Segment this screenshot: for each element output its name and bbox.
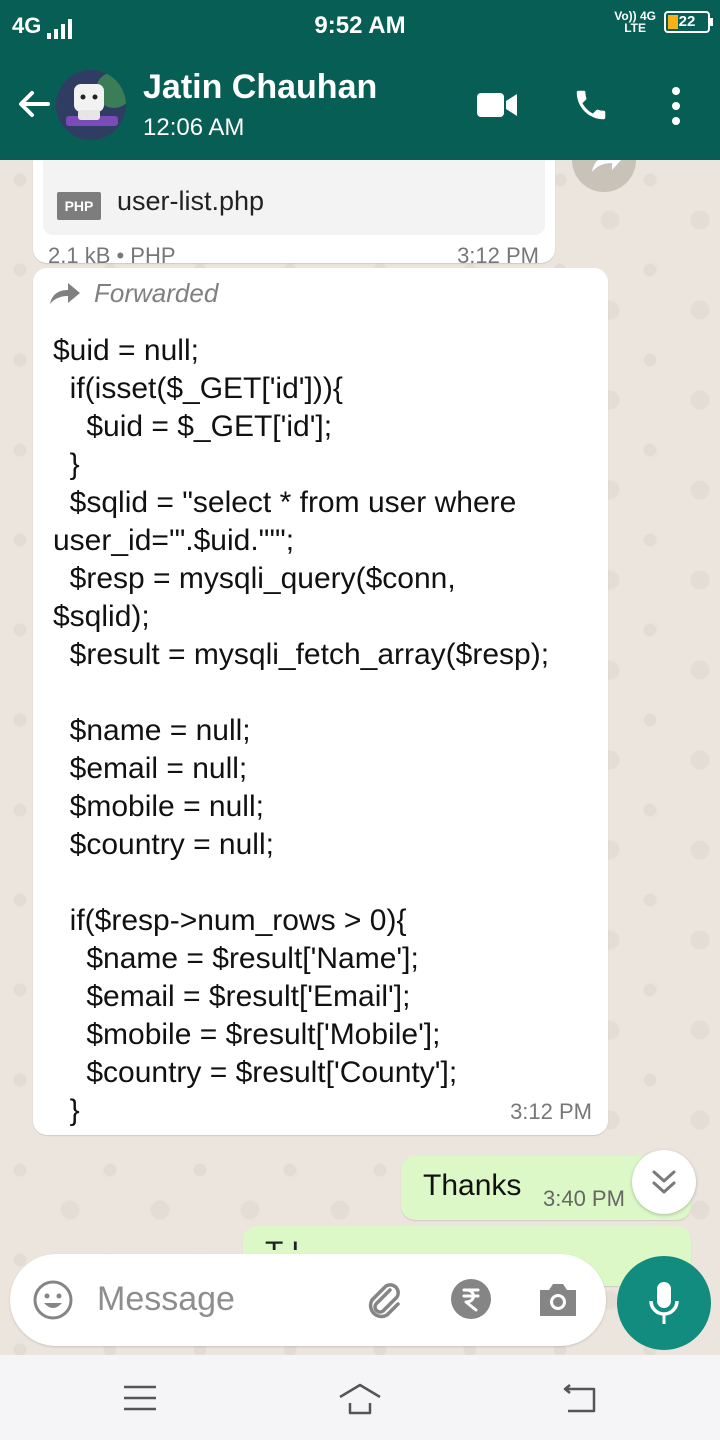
- forwarded-arrow-icon: [50, 282, 80, 304]
- code-line: $sqlid = "select * from user where: [53, 486, 517, 519]
- message-time: 3:12 PM: [457, 243, 539, 268]
- avatar-image: [56, 70, 126, 140]
- camera-icon[interactable]: [536, 1280, 580, 1320]
- php-file-icon: PHP: [57, 192, 101, 220]
- message-input[interactable]: Message: [97, 1280, 235, 1319]
- code-line: $country = null;: [53, 828, 274, 861]
- voice-call-icon[interactable]: [572, 86, 610, 124]
- top-bar: 4G 9:52 AM Vo)) 4G LTE 22 Jatin Chauhan …: [0, 0, 720, 160]
- menu-icon[interactable]: [122, 1383, 158, 1413]
- rupee-payment-icon[interactable]: [450, 1278, 492, 1320]
- status-bar: 4G 9:52 AM Vo)) 4G LTE 22: [0, 0, 720, 50]
- message-time: 3:40 PM: [543, 1186, 625, 1211]
- code-line: $country = $result['County'];: [53, 1056, 458, 1089]
- code-line: $name = $result['Name'];: [53, 942, 419, 975]
- status-right: Vo)) 4G LTE 22: [614, 10, 713, 34]
- mic-icon: [649, 1282, 679, 1324]
- code-line: $resp = mysqli_query($conn,: [53, 562, 456, 595]
- video-call-icon[interactable]: [476, 90, 518, 120]
- code-line: $mobile = $result['Mobile'];: [53, 1018, 441, 1051]
- emoji-icon[interactable]: [32, 1279, 74, 1321]
- message-input-bar[interactable]: Message: [10, 1254, 606, 1346]
- code-line: $mobile = null;: [53, 790, 264, 823]
- share-arrow-icon: [592, 160, 622, 172]
- chat-header: Jatin Chauhan 12:06 AM: [0, 50, 720, 160]
- lte-label: LTE: [624, 21, 646, 35]
- forwarded-indicator: Forwarded: [48, 278, 218, 309]
- attach-icon[interactable]: [360, 1276, 406, 1322]
- code-line: $result = mysqli_fetch_array($resp);: [53, 638, 550, 671]
- chat-area[interactable]: PHP user-list.php 2.1 kB • PHP 3:12 PM F…: [0, 160, 720, 1355]
- document-file-name: user-list.php: [117, 186, 265, 216]
- code-line: $name = null;: [53, 714, 251, 747]
- code-line: if($resp->num_rows > 0){: [53, 904, 407, 937]
- battery-icon: 22: [664, 11, 713, 33]
- last-seen: 12:06 AM: [143, 114, 245, 141]
- forwarded-label: Forwarded: [94, 278, 219, 308]
- forward-share-button[interactable]: [572, 160, 636, 192]
- code-line: $email = null;: [53, 752, 248, 785]
- mic-button[interactable]: [617, 1256, 711, 1350]
- system-nav-bar: [0, 1355, 720, 1440]
- code-line: }: [53, 1094, 80, 1127]
- document-meta: 2.1 kB • PHP: [48, 243, 176, 268]
- lte-indicator: Vo)) 4G LTE: [614, 10, 656, 34]
- document-message[interactable]: PHP user-list.php 2.1 kB • PHP 3:12 PM: [33, 160, 555, 268]
- contact-name[interactable]: Jatin Chauhan: [143, 68, 377, 107]
- code-line: $sqlid);: [53, 600, 150, 633]
- code-line: $uid = null;: [53, 334, 199, 367]
- back-arrow-icon[interactable]: [14, 84, 54, 124]
- code-line: if(isset($_GET['id'])){: [53, 372, 343, 405]
- message-text: T I: [265, 1236, 665, 1250]
- code-message[interactable]: Forwarded $uid = null; if(isset($_GET['i…: [33, 268, 608, 1135]
- code-line: $email = $result['Email'];: [53, 980, 411, 1013]
- message-text: Thanks: [423, 1169, 522, 1202]
- scroll-to-bottom-button[interactable]: [632, 1150, 696, 1214]
- clock: 9:52 AM: [314, 12, 406, 39]
- avatar[interactable]: [56, 70, 126, 140]
- back-icon[interactable]: [560, 1383, 600, 1415]
- code-line: }: [53, 448, 80, 481]
- home-icon[interactable]: [336, 1379, 384, 1419]
- battery-level: 22: [678, 13, 696, 30]
- document-preview[interactable]: PHP user-list.php: [43, 160, 545, 235]
- code-line: user_id='".$uid."'";: [53, 524, 295, 557]
- code-line: $uid = $_GET['id'];: [53, 410, 333, 443]
- double-chevron-down-icon: [652, 1170, 676, 1194]
- message-time: 3:12 PM: [510, 1099, 592, 1124]
- more-options-icon[interactable]: [668, 86, 684, 126]
- code-text: $uid = null; if(isset($_GET['id'])){ $ui…: [53, 332, 549, 1130]
